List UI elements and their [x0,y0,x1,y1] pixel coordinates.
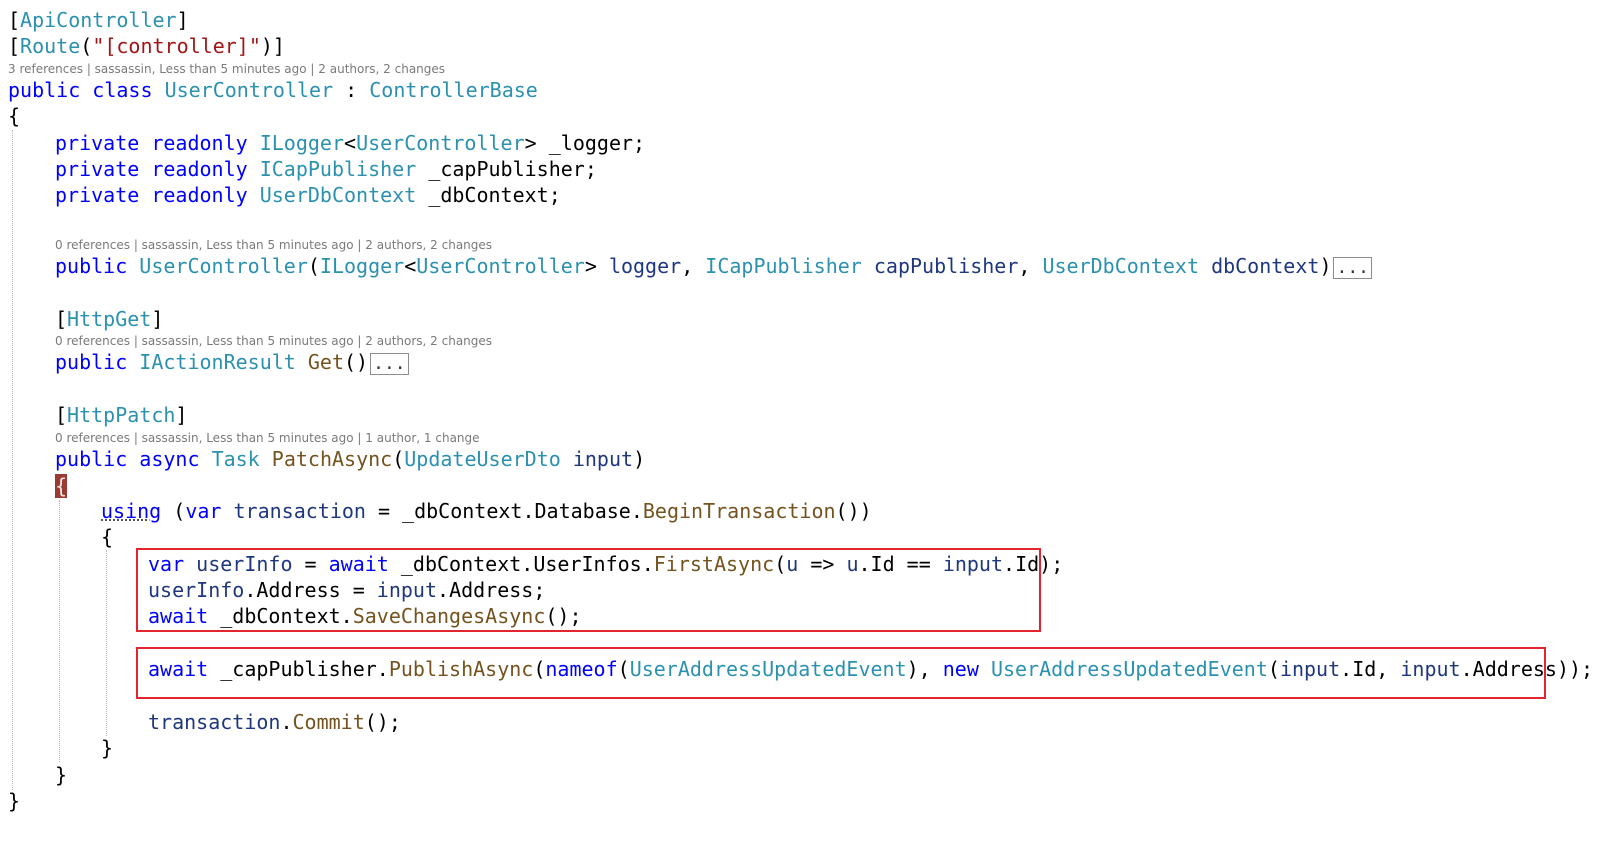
kw-class: class [92,78,153,102]
kw-readonly: readonly [151,157,248,181]
codelens-get[interactable]: 0 references | sassassin, Less than 5 mi… [55,333,492,349]
class-name: UserController [164,78,334,102]
code-line: public UserController(ILogger<UserContro… [55,253,1372,279]
method-patchasync: PatchAsync [271,447,393,471]
code-line: [Route("[controller]")] [8,34,285,58]
matched-brace: { [55,474,68,498]
kw-private: private [55,157,140,181]
param-cappublisher: capPublisher [873,254,1019,278]
code-line: public IActionResult Get()... [55,349,409,375]
type-userdbcontext: UserDbContext [259,183,417,207]
code-line: { [101,525,114,549]
route-string: "[controller]" [92,34,261,58]
ctor-name: UserController [139,254,308,278]
type-usercontroller: UserController [356,131,525,155]
field-dbcontext: _dbContext; [428,183,561,207]
indent-guide [59,500,60,762]
indent-guide [12,130,13,790]
method-commit: Commit [292,710,365,734]
code-line: transaction.Commit(); [148,710,401,734]
kw-private: private [55,183,140,207]
type-ilogger: ILogger [259,131,345,155]
field-logger: _logger; [548,131,646,155]
attr-httpget: HttpGet [67,307,152,331]
code-line: { [55,473,68,499]
type-icappublisher: ICapPublisher [259,157,417,181]
kw-public: public [55,447,128,471]
attr-route: Route [20,34,81,58]
highlight-box-db-update [136,548,1041,632]
code-line: using (var transaction = _dbContext.Data… [101,499,872,523]
type-iactionresult: IActionResult [139,350,296,374]
prop-database: Database [534,499,631,523]
param-logger: logger [608,254,682,278]
param-input: input [572,447,634,471]
indent-guide [106,550,107,736]
type-task: Task [211,447,260,471]
code-line: private readonly ICapPublisher _capPubli… [55,156,597,182]
code-line: [HttpPatch] [55,403,188,427]
highlight-box-publish [136,647,1546,699]
attr-apicontroller: ApiController [20,8,177,32]
type-updateuserdto: UpdateUserDto [404,447,561,471]
param-dbcontext: dbContext [1211,254,1320,278]
kw-readonly: readonly [151,183,248,207]
code-line: [HttpGet] [55,307,164,331]
kw-async: async [139,447,200,471]
code-line: public class UserController : Controller… [8,78,538,102]
method-begintransaction: BeginTransaction [642,499,836,523]
code-line: } [55,763,68,787]
collapsed-region-button[interactable]: ... [1333,256,1372,279]
code-line: [ApiController] [8,8,189,32]
local-transaction: transaction [233,499,366,523]
attr-httppatch: HttpPatch [67,403,176,427]
collapsed-region-button[interactable]: ... [370,352,409,375]
kw-var: var [185,499,222,523]
kw-private: private [55,131,140,155]
type-icappublisher: ICapPublisher [705,254,862,278]
code-line: private readonly ILogger<UserController>… [55,131,646,155]
type-usercontroller: UserController [416,254,585,278]
method-get: Get [307,350,345,374]
kw-using: using [101,499,162,523]
codelens-class[interactable]: 3 references | sassassin, Less than 5 mi… [8,61,445,77]
code-line: { [8,104,21,128]
code-line: private readonly UserDbContext _dbContex… [55,182,561,208]
codelens-patch[interactable]: 0 references | sassassin, Less than 5 mi… [55,430,480,446]
code-line: } [8,789,21,813]
code-line: } [101,736,114,760]
field-cappublisher: _capPublisher; [428,157,597,181]
kw-public: public [55,350,128,374]
type-userdbcontext: UserDbContext [1042,254,1200,278]
kw-public: public [8,78,81,102]
kw-readonly: readonly [151,131,248,155]
code-editor[interactable]: [ApiController] [Route("[controller]")] … [0,0,1605,842]
codelens-ctor[interactable]: 0 references | sassassin, Less than 5 mi… [55,237,492,253]
local-transaction: transaction [148,710,281,734]
kw-public: public [55,254,128,278]
type-ilogger: ILogger [319,254,405,278]
code-line: public async Task PatchAsync(UpdateUserD… [55,447,646,471]
base-class: ControllerBase [369,78,538,102]
